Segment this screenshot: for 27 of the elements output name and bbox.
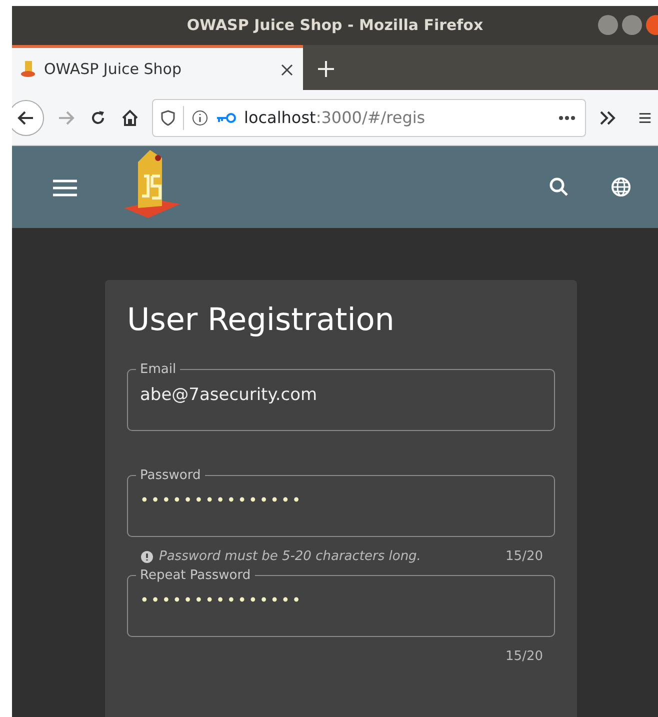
search-icon[interactable]	[548, 177, 570, 197]
field-label: Repeat Password	[139, 569, 252, 582]
password-field[interactable]: Repeat Password •••••••••••••••	[127, 569, 555, 638]
tab-title: OWASP Juice Shop	[44, 58, 182, 80]
window-title: OWASP Juice Shop - Mozilla Firefox	[186, 15, 484, 36]
key-icon	[216, 112, 236, 124]
field-label: Password	[139, 469, 202, 482]
hint-text: Password must be 5-20 characters long.	[159, 548, 421, 566]
globe-icon[interactable]	[610, 177, 632, 197]
character-counter: 15/20	[506, 648, 543, 666]
juice-carton-icon	[20, 60, 36, 78]
home-icon[interactable]	[120, 108, 140, 128]
info-icon	[192, 110, 208, 126]
url-text: localhost:3000/#/regis	[244, 106, 426, 128]
plus-icon	[317, 60, 335, 78]
field-label: Email	[139, 363, 178, 376]
back-button[interactable]	[12, 100, 44, 136]
browser-tab[interactable]: OWASP Juice Shop	[12, 45, 303, 90]
form-title: User Registration	[127, 302, 396, 340]
shield-icon	[161, 110, 175, 126]
email-field[interactable]: Email abe@7asecurity.com	[127, 363, 555, 432]
minimize-button[interactable]	[598, 15, 618, 35]
maximize-button[interactable]	[622, 15, 642, 35]
alert-icon	[141, 551, 153, 564]
address-bar[interactable]: localhost:3000/#/regis	[152, 98, 586, 136]
password-field[interactable]: Password •••••••••••••••	[127, 469, 555, 538]
character-counter: 15/20	[506, 548, 543, 566]
